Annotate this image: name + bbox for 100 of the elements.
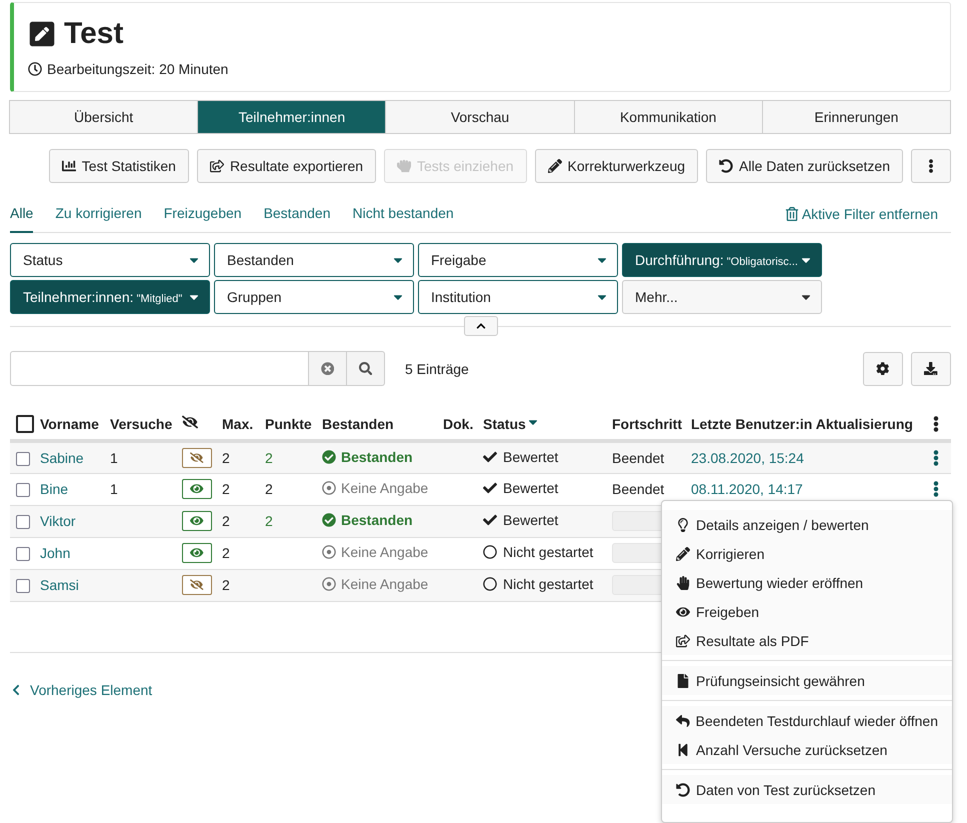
column-header[interactable]: Fortschritt — [612, 416, 682, 432]
toolbar-button[interactable]: Alle Daten zurücksetzen — [706, 149, 903, 183]
column-header[interactable]: Dok. — [443, 416, 474, 432]
menu-item[interactable]: Resultate als PDF — [662, 626, 952, 655]
row-checkbox[interactable] — [16, 515, 30, 530]
status-text: Bewertet — [503, 512, 558, 528]
column-header[interactable]: Status — [483, 416, 540, 432]
table-cell: 2 — [222, 481, 230, 497]
visibility-icon — [182, 414, 198, 430]
filter-dropdown[interactable]: Mehr... — [622, 280, 822, 314]
menu-item[interactable]: Prüfungseinsicht gewähren — [662, 666, 952, 695]
search-icon — [358, 362, 372, 376]
menu-item[interactable]: Daten von Test zurücksetzen — [662, 775, 952, 804]
status-text: Bewertet — [503, 480, 558, 496]
page-title: Test — [64, 17, 124, 51]
column-header[interactable]: Bestanden — [322, 416, 394, 432]
column-header[interactable]: Punkte — [265, 416, 312, 432]
table-cell: 1 — [110, 450, 118, 466]
menu-item[interactable]: Korrigieren — [662, 539, 952, 568]
chevron-left-icon — [10, 684, 22, 696]
eye-icon — [190, 514, 204, 528]
select-all-checkbox[interactable] — [16, 414, 34, 433]
toolbar-button[interactable]: Resultate exportieren — [196, 149, 376, 183]
filter-dropdown[interactable]: Institution — [418, 280, 618, 314]
filter-dropdown[interactable]: Status — [10, 243, 210, 277]
tab[interactable]: Übersicht — [9, 100, 198, 134]
table-cell: Beendet — [612, 481, 664, 497]
name-link[interactable]: Samsi — [40, 577, 79, 593]
filter-tab[interactable]: Alle — [10, 199, 34, 233]
filter-dropdown[interactable]: Bestanden — [214, 243, 414, 277]
row-checkbox[interactable] — [16, 452, 30, 466]
eye-slash-icon — [190, 451, 204, 464]
status-text: Bewertet — [503, 448, 558, 465]
menu-item[interactable]: Details anzeigen / bewerten — [662, 510, 952, 539]
menu-item[interactable]: Bewertung wieder eröffnen — [662, 568, 952, 597]
pencil-icon — [548, 159, 562, 173]
search-button[interactable] — [347, 351, 385, 386]
row-checkbox[interactable] — [16, 579, 30, 594]
collapse-button[interactable] — [464, 316, 498, 336]
table-cell: 2 — [222, 545, 230, 561]
name-link[interactable]: Bine — [40, 481, 68, 497]
release-toggle[interactable] — [182, 543, 212, 563]
download-button[interactable] — [911, 352, 951, 386]
share-icon — [676, 634, 690, 648]
release-toggle[interactable] — [182, 479, 212, 499]
tab[interactable]: Kommunikation — [574, 100, 763, 134]
previous-link[interactable]: Vorheriges Element — [10, 682, 152, 698]
result-text: Bestanden — [341, 512, 413, 528]
column-header[interactable]: Letzte Benutzer:in Aktualisierung — [691, 416, 913, 432]
search-field[interactable] — [10, 351, 309, 386]
tab[interactable]: Vorschau — [385, 100, 575, 134]
tab[interactable]: Erinnerungen — [762, 100, 952, 134]
column-header[interactable]: Max. — [222, 416, 254, 432]
release-toggle[interactable] — [182, 511, 212, 531]
row-checkbox[interactable] — [16, 483, 30, 498]
release-toggle[interactable] — [182, 575, 212, 595]
status-text: Nicht gestartet — [503, 544, 594, 560]
column-header[interactable]: Versuche — [110, 416, 172, 432]
eye-icon — [190, 546, 204, 560]
undo-icon — [676, 782, 690, 796]
filter-dropdown[interactable]: Gruppen — [214, 280, 414, 314]
table-cell: 2 — [222, 513, 230, 529]
filter-tab[interactable]: Freizugeben — [164, 199, 242, 233]
name-link[interactable]: Sabine — [40, 450, 84, 466]
table-cell: 2 — [265, 481, 273, 497]
download-icon — [924, 362, 938, 376]
clear-button[interactable] — [309, 351, 347, 386]
settings-button[interactable] — [863, 352, 903, 386]
bar-chart-icon — [62, 159, 76, 173]
status-text: Nicht gestartet — [503, 576, 594, 592]
menu-item[interactable]: Beendeten Testdurchlauf wieder öffnen — [662, 706, 952, 735]
filter-dropdown[interactable]: Teilnehmer:innen: "Mitglied" — [10, 280, 210, 314]
eye-icon — [190, 482, 204, 496]
toolbar-button[interactable]: Test Statistiken — [48, 149, 189, 183]
toolbar-button[interactable]: Korrekturwerkzeug — [534, 149, 698, 183]
release-toggle[interactable] — [182, 448, 212, 468]
eye-slash-icon — [190, 578, 204, 592]
filter-tab[interactable]: Zu korrigieren — [55, 199, 142, 233]
filter-tab[interactable]: Nicht bestanden — [352, 199, 454, 233]
check-icon — [483, 450, 497, 464]
clear-filters-link[interactable]: Aktive Filter entfernen — [784, 200, 951, 232]
hand-icon — [676, 576, 690, 590]
column-header[interactable]: Vorname — [40, 416, 99, 432]
chevron-up-icon — [476, 321, 486, 331]
menu-item[interactable]: Freigeben — [662, 597, 952, 626]
table-cell: 2 — [222, 450, 230, 466]
undo-icon — [719, 159, 734, 173]
filter-dropdown[interactable]: Freigabe — [418, 243, 618, 277]
tab[interactable]: Teilnehmer:innen — [197, 100, 386, 134]
row-checkbox[interactable] — [16, 547, 30, 562]
name-link[interactable]: Viktor — [40, 513, 76, 529]
name-link[interactable]: John — [40, 545, 70, 561]
skip-back-icon — [676, 742, 690, 756]
filter-dropdown[interactable]: Durchführung: "Obligatorisc... — [622, 243, 822, 277]
check-icon — [483, 481, 497, 495]
result-text: Bestanden — [341, 448, 413, 465]
more-button[interactable] — [911, 149, 951, 183]
check-icon — [483, 513, 497, 527]
menu-item[interactable]: Anzahl Versuche zurücksetzen — [662, 735, 952, 764]
filter-tab[interactable]: Bestanden — [264, 199, 331, 233]
